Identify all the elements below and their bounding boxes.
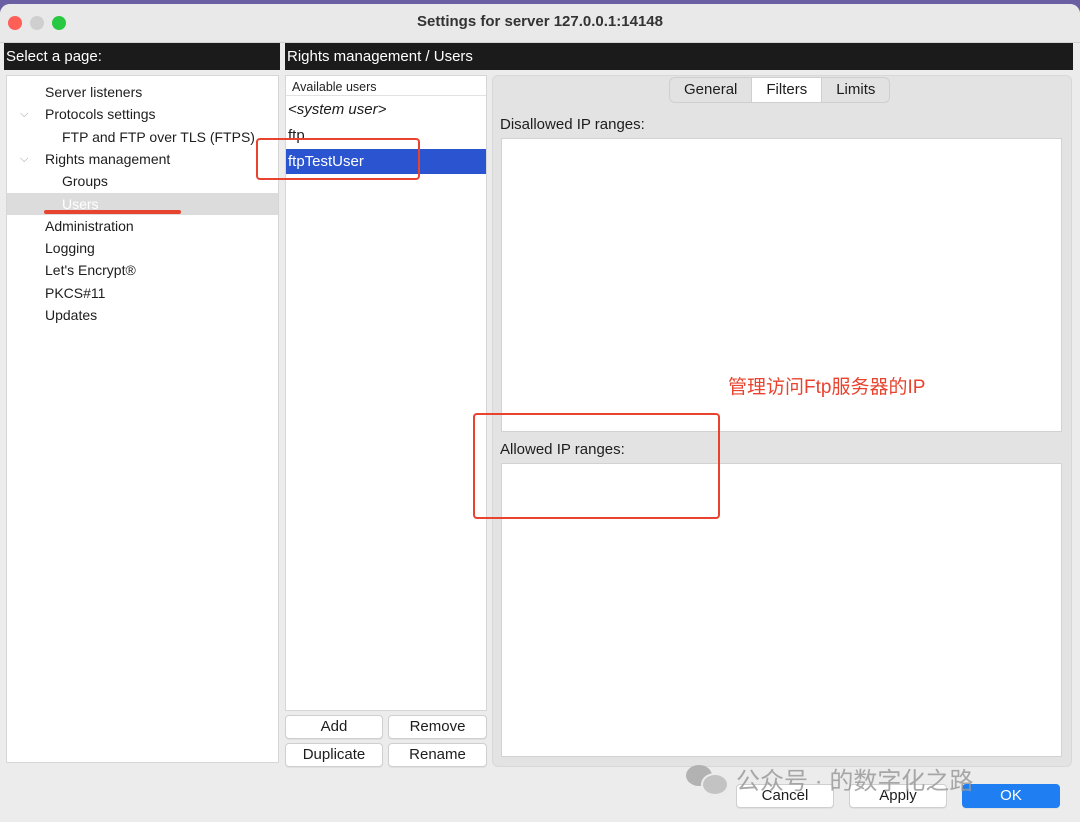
tree-item-rights-management[interactable]: ⌵ Rights management [7,148,278,170]
tree-item-pkcs-11[interactable]: PKCS#11 [7,282,278,304]
wechat-icon [686,763,729,796]
tree-item-protocols-settings[interactable]: ⌵ Protocols settings [7,103,278,125]
watermark-text: 公众号 · 的数字化之路 [736,767,974,795]
tab-general[interactable]: General [670,78,751,102]
page-title-header: Rights management / Users [285,43,1073,70]
tree-item-label: FTP and FTP over TLS (FTPS) [62,128,255,145]
tree-item-label: Let's Encrypt® [45,262,136,279]
tree-item-logging[interactable]: Logging [7,237,278,259]
tree-item-label: Administration [45,217,134,234]
tree-item-label: PKCS#11 [45,284,106,301]
annotation-underline-users [44,210,181,214]
chevron-down-icon[interactable]: ⌵ [20,103,28,125]
tree-item-let-s-encrypt[interactable]: Let's Encrypt® [7,259,278,281]
remove-user-button[interactable]: Remove [388,715,487,739]
tree-item-label: Rights management [45,150,171,167]
tree-item-label: Updates [45,307,98,323]
user-list-item[interactable]: <system user> [286,97,486,122]
window-title: Settings for server 127.0.0.1:14148 [417,13,663,30]
select-page-header: Select a page: [4,43,280,70]
available-users-heading: Available users [286,76,486,96]
settings-tabs: General Filters Limits [669,77,891,103]
tree-item-label: Groups [62,173,108,190]
tab-limits[interactable]: Limits [822,78,889,102]
tab-filters[interactable]: Filters [751,78,823,102]
annotation-box-allowed-ip [473,413,720,519]
tree-item-server-listeners[interactable]: Server listeners [7,81,278,103]
title-bar: Settings for server 127.0.0.1:14148 [0,4,1080,43]
chevron-down-icon[interactable]: ⌵ [20,148,28,170]
tree-item-administration[interactable]: Administration [7,215,278,237]
ok-button[interactable]: OK [962,784,1060,808]
duplicate-user-button[interactable]: Duplicate [285,743,383,767]
page-tree: Server listeners ⌵ Protocols settings FTP a… [6,75,279,763]
tree-item-label: Protocols settings [45,106,156,123]
annotation-box-selected-user [256,138,420,180]
watermark: 公众号 · 的数字化之路 [686,762,974,796]
tree-item-ftp-and-ftp-over-tls-ftps[interactable]: FTP and FTP over TLS (FTPS) [7,126,278,148]
annotation-note: 管理访问Ftp服务器的IP [728,377,926,398]
rename-user-button[interactable]: Rename [388,743,487,767]
tree-item-updates[interactable]: Updates [7,304,278,326]
add-user-button[interactable]: Add [285,715,383,739]
tree-item-label: Server listeners [45,84,143,100]
disallowed-ip-label: Disallowed IP ranges: [500,116,645,133]
tree-item-label: Logging [45,240,95,257]
tree-item-groups[interactable]: Groups [7,170,278,192]
